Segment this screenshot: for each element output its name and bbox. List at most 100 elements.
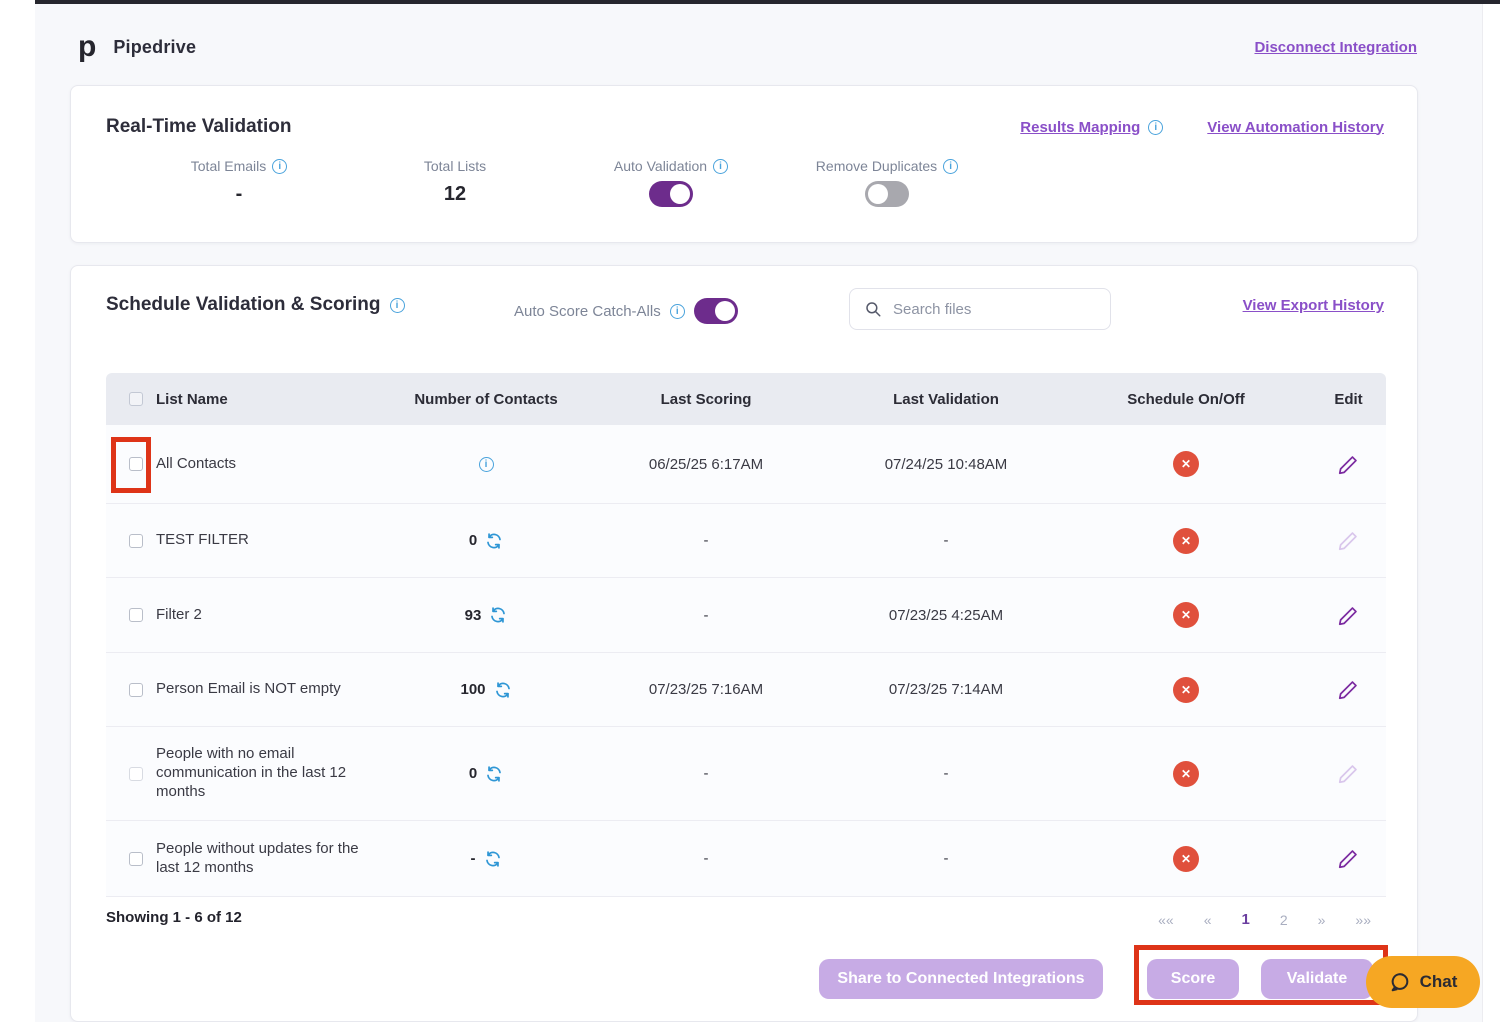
last-validation-cell: - — [831, 765, 1061, 782]
search-files-input[interactable] — [893, 301, 1096, 318]
contacts-cell: 0 — [391, 532, 581, 550]
share-to-connected-integrations-button[interactable]: Share to Connected Integrations — [819, 959, 1103, 999]
table-row-all-contacts: All Contactsi06/25/25 6:17AM07/24/25 10:… — [106, 425, 1386, 504]
schedule-validation-info-icon[interactable]: i — [390, 298, 405, 313]
pipedrive-logo-icon: p — [78, 32, 96, 62]
page-number-2[interactable]: 2 — [1280, 912, 1288, 928]
auto-validation-info-icon[interactable]: i — [713, 159, 728, 174]
column-header-schedule-on-off: Schedule On/Off — [1061, 391, 1311, 408]
pagination: «««12»»» — [1158, 911, 1371, 928]
total-emails-info-icon[interactable]: i — [272, 159, 287, 174]
table-row-people-without-updates-for-the-last-12-months: People without updates for the last 12 m… — [106, 821, 1386, 897]
row-checkbox[interactable] — [129, 767, 143, 781]
row-checkbox[interactable] — [129, 683, 143, 697]
remove-duplicates-toggle[interactable] — [865, 181, 909, 207]
select-all-checkbox[interactable] — [129, 392, 143, 406]
stat-label: Auto Validation — [614, 158, 707, 174]
schedule-off-icon[interactable]: ✕ — [1173, 528, 1199, 554]
next-page-button[interactable]: » — [1318, 912, 1326, 928]
schedule-off-icon[interactable]: ✕ — [1173, 846, 1199, 872]
real-time-validation-title: Real-Time Validation — [106, 116, 291, 138]
stat-value-total-lists: 12 — [347, 183, 563, 206]
view-automation-history-link[interactable]: View Automation History — [1207, 119, 1384, 136]
auto-score-catch-alls: Auto Score Catch-Alls i — [514, 298, 738, 324]
chat-button[interactable]: Chat — [1366, 956, 1480, 1008]
view-export-history-link[interactable]: View Export History — [1243, 297, 1384, 314]
list-name-cell: All Contacts — [106, 455, 391, 474]
first-page-button[interactable]: «« — [1158, 912, 1174, 928]
edit-pencil-icon — [1338, 530, 1359, 551]
column-header-list-name: List Name — [106, 391, 391, 408]
schedule-cell: ✕ — [1061, 528, 1311, 554]
auto-validation-toggle[interactable] — [649, 181, 693, 207]
prev-page-button[interactable]: « — [1204, 912, 1212, 928]
auto-score-info-icon[interactable]: i — [670, 304, 685, 319]
last-validation-cell: - — [831, 532, 1061, 549]
schedule-cell: ✕ — [1061, 451, 1311, 477]
score-button[interactable]: Score — [1147, 959, 1239, 999]
edit-cell — [1311, 454, 1386, 475]
stat-auto-validation: Auto Validation i — [563, 158, 779, 212]
column-header-number-of-contacts: Number of Contacts — [391, 391, 581, 408]
refresh-contacts-icon[interactable] — [494, 681, 512, 699]
chat-button-label: Chat — [1420, 972, 1458, 992]
stat-remove-duplicates: Remove Duplicates i — [779, 158, 995, 212]
row-checkbox[interactable] — [129, 534, 143, 548]
last-validation-cell: - — [831, 850, 1061, 867]
list-name-text: Person Email is NOT empty — [156, 680, 341, 699]
refresh-contacts-icon[interactable] — [489, 606, 507, 624]
edit-pencil-icon[interactable] — [1338, 679, 1359, 700]
page-number-1[interactable]: 1 — [1241, 911, 1249, 928]
column-header-edit: Edit — [1311, 391, 1386, 408]
column-header-last-scoring: Last Scoring — [581, 391, 831, 408]
search-icon — [864, 300, 882, 318]
stat-total-lists: Total Lists12 — [347, 158, 563, 212]
refresh-contacts-icon[interactable] — [484, 850, 502, 868]
stat-label: Remove Duplicates — [816, 158, 937, 174]
contacts-cell: 0 — [391, 765, 581, 783]
lists-table: List NameNumber of ContactsLast ScoringL… — [106, 373, 1386, 897]
schedule-off-icon[interactable]: ✕ — [1173, 677, 1199, 703]
list-name-cell: Person Email is NOT empty — [106, 680, 391, 699]
refresh-contacts-icon[interactable] — [485, 532, 503, 550]
schedule-off-icon[interactable]: ✕ — [1173, 761, 1199, 787]
table-row-people-with-no-email-communication-in-the-last-12-months: People with no email communication in th… — [106, 727, 1386, 821]
contacts-value: 0 — [469, 532, 477, 549]
contacts-info-icon[interactable]: i — [479, 457, 494, 472]
row-checkbox[interactable] — [129, 608, 143, 622]
showing-count-text: Showing 1 - 6 of 12 — [106, 909, 242, 926]
contacts-cell: 100 — [391, 681, 581, 699]
schedule-off-icon[interactable]: ✕ — [1173, 602, 1199, 628]
schedule-cell: ✕ — [1061, 761, 1311, 787]
row-checkbox[interactable] — [129, 457, 143, 471]
edit-pencil-icon[interactable] — [1338, 848, 1359, 869]
chat-bubble-icon — [1389, 971, 1411, 993]
list-name-cell: Filter 2 — [106, 606, 391, 625]
schedule-off-icon[interactable]: ✕ — [1173, 451, 1199, 477]
disconnect-integration-link[interactable]: Disconnect Integration — [1254, 39, 1417, 56]
contacts-value: - — [471, 850, 476, 867]
auto-score-toggle[interactable] — [694, 298, 738, 324]
remove-duplicates-info-icon[interactable]: i — [943, 159, 958, 174]
schedule-validation-card: Schedule Validation & Scoring i Auto Sco… — [70, 265, 1418, 1022]
row-checkbox[interactable] — [129, 852, 143, 866]
last-validation-cell: 07/23/25 4:25AM — [831, 607, 1061, 624]
edit-pencil-icon[interactable] — [1338, 454, 1359, 475]
table-row-test-filter: TEST FILTER0--✕ — [106, 504, 1386, 578]
results-mapping-info-icon[interactable]: i — [1148, 120, 1163, 135]
last-scoring-cell: - — [581, 765, 831, 782]
table-row-filter-2: Filter 293-07/23/25 4:25AM✕ — [106, 578, 1386, 653]
edit-pencil-icon[interactable] — [1338, 605, 1359, 626]
results-mapping-link[interactable]: Results Mapping — [1020, 119, 1140, 136]
edit-cell — [1311, 530, 1386, 551]
refresh-contacts-icon[interactable] — [485, 765, 503, 783]
real-time-validation-header: Real-Time Validation Results Mapping i V… — [106, 116, 1384, 138]
app-header: p Pipedrive Disconnect Integration — [78, 24, 1417, 70]
contacts-value: 0 — [469, 765, 477, 782]
integration-panel: p Pipedrive Disconnect Integration Real-… — [35, 0, 1483, 1022]
edit-cell — [1311, 679, 1386, 700]
stat-total-emails: Total Emailsi- — [131, 158, 347, 212]
last-page-button[interactable]: »» — [1355, 912, 1371, 928]
last-scoring-cell: 07/23/25 7:16AM — [581, 681, 831, 698]
validate-button[interactable]: Validate — [1261, 959, 1373, 999]
